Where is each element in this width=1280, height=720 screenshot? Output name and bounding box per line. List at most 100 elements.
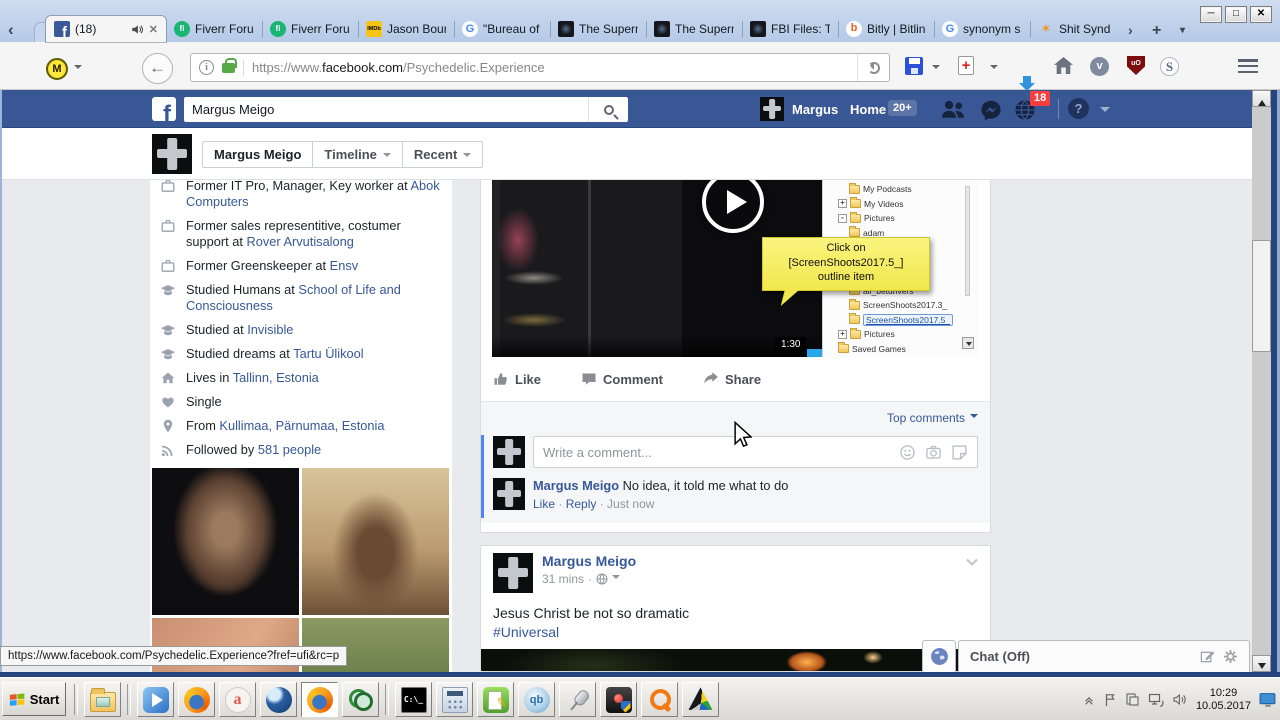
sticker-icon[interactable] bbox=[951, 444, 968, 461]
pocket-icon[interactable]: v bbox=[1090, 57, 1109, 76]
new-message-icon[interactable] bbox=[1200, 649, 1215, 664]
profile-photo[interactable] bbox=[152, 468, 299, 615]
camera-icon[interactable] bbox=[925, 444, 942, 461]
reload-button[interactable] bbox=[857, 54, 889, 81]
taskbar-firefox-active-button[interactable] bbox=[301, 682, 338, 717]
avatar[interactable] bbox=[760, 97, 784, 121]
about-link[interactable]: School of Life and Consciousness bbox=[186, 282, 401, 313]
about-link[interactable]: Abok Computers bbox=[186, 180, 440, 209]
taskbar-microphone-button[interactable] bbox=[559, 682, 596, 717]
comment-like-link[interactable]: Like bbox=[533, 497, 555, 511]
page-avatar[interactable] bbox=[152, 134, 192, 174]
taskbar-notepadpp-button[interactable] bbox=[477, 682, 514, 717]
about-link[interactable]: Invisible bbox=[247, 322, 293, 337]
network-tray-icon[interactable] bbox=[1148, 693, 1164, 707]
messenger-icon[interactable] bbox=[980, 99, 1002, 121]
tree-expander[interactable]: + bbox=[838, 330, 847, 339]
home-link[interactable]: Home bbox=[850, 102, 886, 117]
friend-requests-icon[interactable] bbox=[940, 98, 966, 120]
tab-close-icon[interactable]: ✕ bbox=[149, 23, 158, 36]
taskbar-recorder-button[interactable] bbox=[600, 682, 637, 717]
help-icon[interactable]: ? bbox=[1068, 98, 1089, 119]
action-center-flag-icon[interactable] bbox=[1103, 692, 1117, 707]
taskbar-lenses-button[interactable] bbox=[342, 682, 379, 717]
tree-row[interactable]: ScreenShoots2017.3_ bbox=[823, 298, 979, 313]
account-dropdown-icon[interactable] bbox=[1100, 107, 1110, 117]
download-helper-icon[interactable]: + bbox=[958, 56, 974, 75]
browser-tab[interactable]: (18)✕ bbox=[46, 16, 166, 42]
save-dropdown-icon[interactable] bbox=[932, 65, 940, 73]
browser-tab[interactable]: synonym s bbox=[934, 16, 1030, 42]
search-button[interactable] bbox=[588, 97, 628, 122]
tab-recent[interactable]: Recent bbox=[402, 142, 482, 167]
browser-tab[interactable]: Shit Synd bbox=[1030, 16, 1126, 42]
browser-tab[interactable]: The Supern bbox=[646, 16, 742, 42]
home-icon[interactable] bbox=[1054, 57, 1073, 74]
browser-tab[interactable]: Bitly | Bitlin bbox=[838, 16, 934, 42]
chat-globe-tab[interactable] bbox=[922, 640, 956, 672]
taskbar-qbittorrent-button[interactable] bbox=[518, 682, 555, 717]
tree-row[interactable]: +Pictures bbox=[823, 327, 979, 342]
tab-scroll-right-icon[interactable]: › bbox=[1128, 22, 1133, 38]
save-page-icon[interactable] bbox=[905, 57, 923, 75]
page-scrollbar[interactable] bbox=[1252, 90, 1271, 672]
facebook-logo[interactable] bbox=[152, 97, 176, 121]
taskbar-firefox-button[interactable] bbox=[178, 682, 215, 717]
comment-button[interactable]: Comment bbox=[581, 371, 663, 387]
video-player[interactable]: My Podcasts+My Videos-PicturesadamintelP… bbox=[492, 180, 979, 357]
taskbar-clock[interactable]: 10:29 10.05.2017 bbox=[1196, 687, 1251, 713]
search-input[interactable] bbox=[184, 102, 588, 117]
browser-tab[interactable]: Fiverr Foru bbox=[166, 16, 262, 42]
minimize-button[interactable]: ─ bbox=[1200, 6, 1222, 23]
post-image[interactable] bbox=[481, 649, 990, 672]
browser-tab[interactable]: "Bureau of bbox=[454, 16, 550, 42]
taskbar-calculator-button[interactable] bbox=[436, 682, 473, 717]
taskbar-explorer-button[interactable] bbox=[84, 682, 121, 717]
post-author[interactable]: Margus Meigo bbox=[542, 553, 636, 569]
tray-expand-icon[interactable] bbox=[1083, 694, 1095, 706]
url-bar[interactable]: i https://www.facebook.com/Psychedelic.E… bbox=[190, 53, 890, 82]
tree-expander[interactable]: - bbox=[838, 214, 847, 223]
menu-icon[interactable] bbox=[1238, 59, 1258, 73]
scroll-down-icon[interactable] bbox=[1252, 655, 1271, 672]
clipboard-tray-icon[interactable] bbox=[1125, 692, 1140, 707]
extension-dropdown-icon[interactable] bbox=[74, 65, 82, 73]
browser-tab[interactable]: The Supern bbox=[550, 16, 646, 42]
new-tab-button[interactable]: + bbox=[1152, 22, 1161, 40]
extension-m-icon[interactable]: M bbox=[46, 58, 68, 80]
comment-input-box[interactable] bbox=[533, 436, 978, 468]
about-link[interactable]: Tartu Ülikool bbox=[293, 346, 363, 361]
chevron-down-icon[interactable] bbox=[612, 575, 620, 583]
gear-icon[interactable] bbox=[1223, 649, 1238, 664]
tab-profile-name[interactable]: Margus Meigo bbox=[203, 142, 312, 167]
about-link[interactable]: Rover Arvutisalong bbox=[246, 234, 353, 249]
maximize-button[interactable]: □ bbox=[1225, 6, 1247, 23]
back-button[interactable]: ← bbox=[142, 53, 173, 84]
scrollbar-thumb[interactable] bbox=[1252, 240, 1271, 352]
display-tray-icon[interactable] bbox=[1259, 692, 1277, 708]
about-link[interactable]: Kullimaa, Pärnumaa, Estonia bbox=[219, 418, 384, 433]
tab-scroll-left-icon[interactable]: ‹ bbox=[8, 20, 14, 40]
about-link[interactable]: 581 people bbox=[258, 442, 321, 457]
tree-expander[interactable]: + bbox=[838, 199, 847, 208]
taskbar-magnifier-button[interactable] bbox=[641, 682, 678, 717]
avatar[interactable] bbox=[493, 553, 533, 593]
taskbar-atube-button[interactable] bbox=[219, 682, 256, 717]
ublock-icon[interactable]: uO bbox=[1127, 56, 1145, 75]
taskbar-wmp-button[interactable] bbox=[137, 682, 174, 717]
profile-link[interactable]: Margus bbox=[792, 102, 838, 117]
post-menu-chevron-icon[interactable] bbox=[964, 554, 980, 570]
taskbar-seamonkey-button[interactable] bbox=[260, 682, 297, 717]
browser-tab[interactable]: Jason Bour bbox=[358, 16, 454, 42]
browser-tab[interactable]: FBI Files: T bbox=[742, 16, 838, 42]
partial-tab[interactable] bbox=[34, 22, 45, 42]
hashtag-link[interactable]: #Universal bbox=[493, 624, 559, 640]
emoji-icon[interactable] bbox=[899, 444, 916, 461]
tab-timeline[interactable]: Timeline bbox=[312, 142, 402, 167]
helper-dropdown-icon[interactable] bbox=[990, 65, 998, 73]
avatar[interactable] bbox=[493, 478, 525, 510]
scroll-up-icon[interactable] bbox=[1252, 90, 1271, 107]
avatar[interactable] bbox=[493, 436, 525, 468]
tree-row[interactable]: ScreenShoots2017.5_ bbox=[823, 313, 979, 328]
browser-tab[interactable]: Fiverr Foru bbox=[262, 16, 358, 42]
